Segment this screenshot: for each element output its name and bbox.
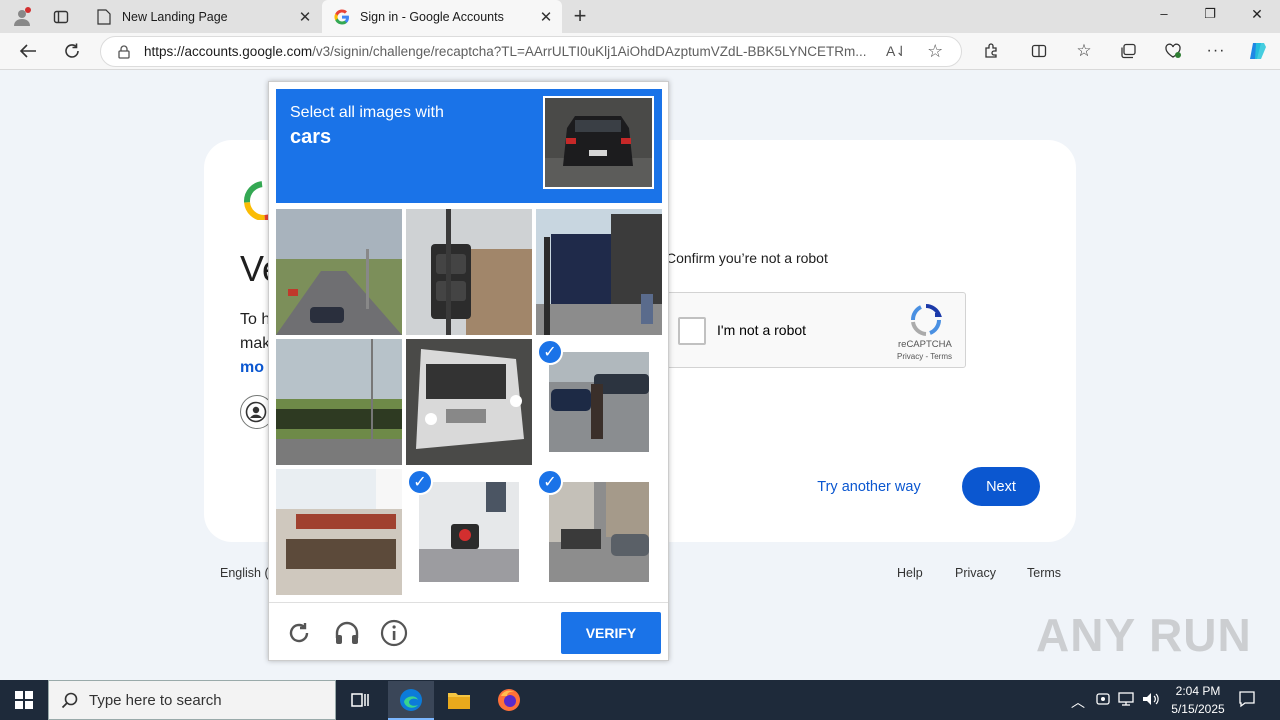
- account-circle-icon: [245, 401, 267, 423]
- favorite-star-icon[interactable]: ☆: [927, 41, 943, 62]
- collections-icon[interactable]: [1112, 35, 1144, 67]
- recaptcha-label: I'm not a robot: [717, 322, 807, 338]
- new-tab-button[interactable]: +: [570, 3, 590, 29]
- tab-strip: New Landing Page ✕ Sign in - Google Acco…: [0, 0, 1280, 33]
- footer-help-link[interactable]: Help: [897, 566, 923, 580]
- recaptcha-brand: reCAPTCHA: [898, 339, 952, 350]
- anyrun-watermark: ANY RUN: [1036, 609, 1252, 661]
- google-icon: [334, 8, 350, 25]
- url-path: /v3/signin/challenge/recaptcha?TL=AArrUL…: [312, 44, 867, 59]
- footer-privacy-link[interactable]: Privacy: [955, 566, 996, 580]
- tile-6-selected-check-icon: ✓: [537, 339, 563, 365]
- close-window-button[interactable]: ✕: [1243, 6, 1271, 26]
- tab-title: Sign in - Google Accounts: [360, 9, 504, 24]
- favorites-icon[interactable]: ☆: [1068, 35, 1100, 67]
- tab-title: New Landing Page: [122, 9, 228, 24]
- volume-icon[interactable]: [1142, 691, 1160, 710]
- taskbar-search-placeholder: Type here to search: [89, 691, 222, 709]
- recaptcha-links: Privacy - Terms: [897, 352, 952, 361]
- tab-close-icon[interactable]: ✕: [536, 8, 556, 26]
- footer-terms-link[interactable]: Terms: [1027, 566, 1061, 580]
- challenge-tile-4[interactable]: [276, 339, 402, 465]
- back-arrow-icon[interactable]: [12, 35, 44, 67]
- challenge-header: Select all images with cars: [276, 89, 662, 203]
- challenge-instruction: Select all images with: [290, 104, 444, 121]
- tab-sign-in[interactable]: Sign in - Google Accounts ✕: [322, 0, 562, 33]
- challenge-tile-2[interactable]: [406, 209, 532, 335]
- recaptcha-checkbox[interactable]: [678, 317, 706, 345]
- copilot-icon[interactable]: [1242, 35, 1274, 67]
- recaptcha-challenge-popup: Select all images with cars ✓ ✓ ✓ VERIFY: [268, 81, 669, 661]
- clock-time[interactable]: 2:04 PM: [1173, 684, 1223, 698]
- tab-close-icon[interactable]: ✕: [295, 8, 315, 26]
- lock-icon: [118, 44, 130, 59]
- page-icon: [96, 8, 112, 25]
- profile-icon[interactable]: [10, 5, 34, 29]
- recaptcha-privacy-link[interactable]: Privacy: [897, 352, 923, 361]
- challenge-tile-3[interactable]: [536, 209, 662, 335]
- taskbar-search-box[interactable]: Type here to search: [48, 680, 336, 720]
- maximize-button[interactable]: ❐: [1196, 6, 1224, 26]
- challenge-tile-7[interactable]: [276, 469, 402, 595]
- file-explorer-icon[interactable]: [447, 689, 471, 716]
- learn-more-link[interactable]: mo: [240, 359, 264, 377]
- challenge-sample-image: [543, 96, 654, 189]
- start-windows-icon[interactable]: [14, 690, 34, 715]
- read-aloud-icon[interactable]: A⇃: [886, 43, 907, 60]
- url-text: https://accounts.google.com/v3/signin/ch…: [144, 44, 874, 59]
- challenge-divider: [269, 602, 668, 603]
- body-line-1: To h: [240, 311, 271, 328]
- search-icon: [61, 691, 79, 709]
- extensions-icon[interactable]: [975, 35, 1007, 67]
- tile-8-selected-check-icon: ✓: [407, 469, 433, 495]
- tray-chevron-icon[interactable]: ︿: [1071, 692, 1085, 712]
- recaptcha-widget: I'm not a robot reCAPTCHA Privacy - Term…: [666, 292, 966, 368]
- more-menu-icon[interactable]: ···: [1200, 35, 1232, 67]
- challenge-tile-1[interactable]: [276, 209, 402, 335]
- edge-taskbar-icon[interactable]: [388, 681, 434, 720]
- refresh-icon[interactable]: [56, 35, 88, 67]
- clock-date[interactable]: 5/15/2025: [1166, 702, 1230, 716]
- url-host: https://accounts.google.com: [144, 44, 313, 59]
- challenge-target: cars: [290, 126, 332, 148]
- recaptcha-terms-link[interactable]: Terms: [930, 352, 952, 361]
- split-screen-icon[interactable]: [1023, 35, 1055, 67]
- task-view-icon[interactable]: [350, 690, 370, 715]
- audio-challenge-icon[interactable]: [333, 620, 361, 651]
- recaptcha-logo-icon: [909, 303, 943, 342]
- notifications-icon[interactable]: [1238, 690, 1256, 711]
- tray-app-icon[interactable]: [1095, 691, 1111, 710]
- reload-icon[interactable]: [286, 620, 312, 651]
- language-selector[interactable]: English (: [220, 566, 269, 580]
- minimize-button[interactable]: –: [1150, 6, 1178, 26]
- address-bar[interactable]: https://accounts.google.com/v3/signin/ch…: [100, 36, 962, 67]
- network-icon[interactable]: [1118, 691, 1134, 710]
- tile-9-selected-check-icon: ✓: [537, 469, 563, 495]
- body-line-2: mak: [240, 335, 271, 352]
- browser-essentials-icon[interactable]: [1157, 35, 1189, 67]
- tab-actions-icon[interactable]: [50, 6, 72, 28]
- confirm-not-robot-text: Confirm you’re not a robot: [666, 250, 828, 266]
- next-button[interactable]: Next: [962, 467, 1040, 506]
- tab-new-landing-page[interactable]: New Landing Page ✕: [84, 0, 321, 33]
- try-another-way-button[interactable]: Try another way: [806, 467, 932, 506]
- info-icon[interactable]: [380, 619, 408, 652]
- verify-button[interactable]: VERIFY: [561, 612, 661, 654]
- challenge-tile-5[interactable]: [406, 339, 532, 465]
- firefox-icon[interactable]: [497, 688, 521, 717]
